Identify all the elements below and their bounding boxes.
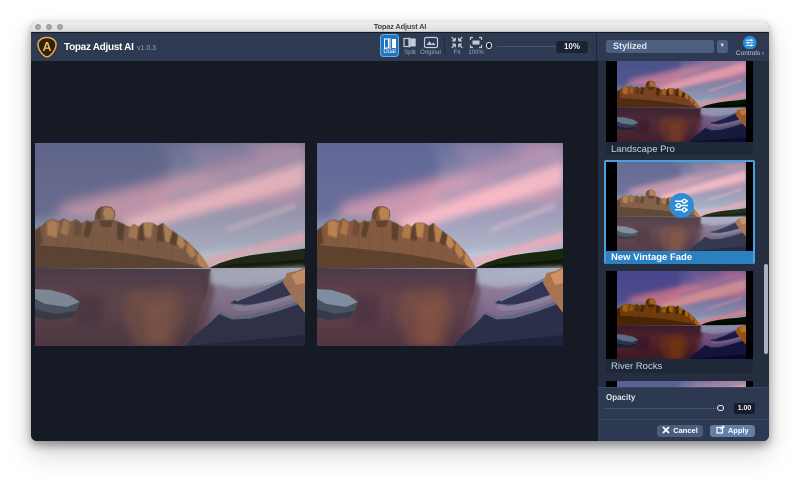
svg-text:A: A xyxy=(42,40,51,54)
